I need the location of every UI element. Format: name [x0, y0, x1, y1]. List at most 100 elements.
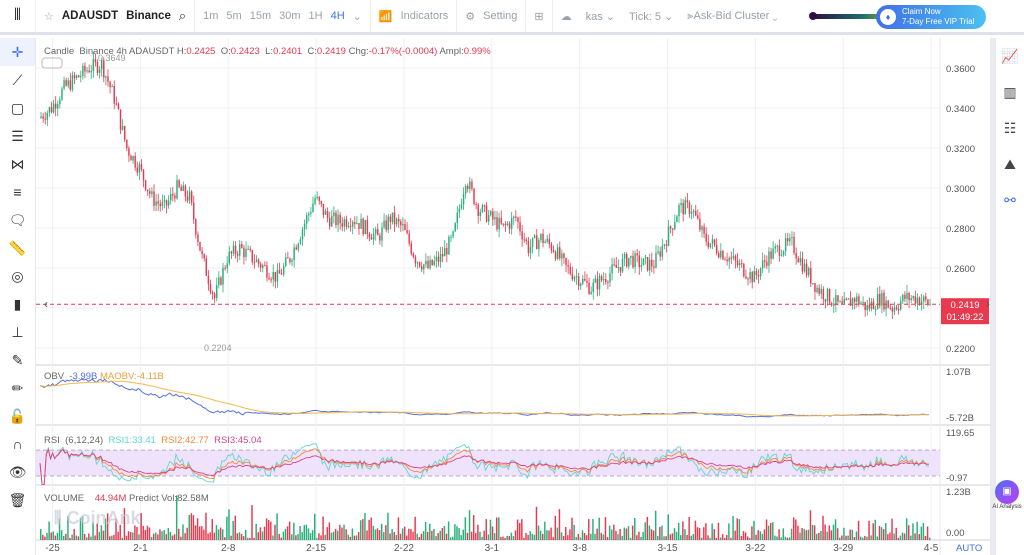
area-chart-icon[interactable]: ⛰ — [996, 146, 1024, 182]
text-note-icon[interactable]: 🗨 — [0, 206, 35, 234]
volume-bar — [870, 535, 872, 540]
trash-icon[interactable]: 🗑 — [0, 486, 35, 514]
candle-body — [253, 262, 256, 264]
claim-vip-button[interactable]: ♦ Claim Now 7-Day Free VIP Trial — [876, 5, 986, 29]
candle-body — [113, 85, 115, 104]
parallel-lines-icon[interactable]: ☰ — [0, 122, 35, 150]
volume-bar — [462, 529, 464, 540]
candle-body — [448, 236, 450, 255]
layout-button[interactable]: ⊞ — [526, 0, 553, 32]
volume-bar — [878, 525, 881, 540]
symbol-selector[interactable]: ☆ ADAUSDT Binance ⌕ — [36, 0, 196, 32]
candle-body — [224, 267, 226, 269]
collapse-legend-button[interactable] — [41, 57, 63, 69]
candle-body — [805, 263, 808, 276]
volume-bar — [485, 519, 487, 540]
volume-bar — [316, 537, 318, 540]
timeframe-15m[interactable]: 15m — [250, 10, 271, 22]
eye-icon[interactable]: 👁 — [0, 458, 35, 486]
gann-icon[interactable]: ◎ — [0, 262, 35, 290]
candle-body — [144, 180, 147, 190]
candle-body — [165, 200, 168, 206]
volume-bar — [809, 510, 812, 540]
candle-body — [469, 181, 471, 190]
candle-body — [638, 255, 640, 267]
candle-body — [784, 238, 787, 252]
setting-button[interactable]: ⚙ Setting — [457, 0, 527, 32]
volume-bar — [640, 536, 642, 540]
volume-bar — [512, 536, 515, 540]
candle-body — [182, 185, 185, 191]
pattern-icon[interactable]: ⋈ — [0, 150, 35, 178]
ruler-icon[interactable]: 📏 — [0, 234, 35, 262]
line-icon[interactable]: ⟋ — [0, 66, 35, 94]
lock-draw-icon[interactable]: ✏ — [0, 374, 35, 402]
candle-body — [582, 278, 584, 284]
high-value: 0.2425 — [186, 46, 216, 57]
kas-dropdown[interactable]: kas ⌄ — [586, 10, 615, 23]
cluster-label: Ask-Bid Cluster — [693, 9, 770, 22]
crosshair-icon[interactable]: ✛ — [0, 38, 35, 66]
candle-body — [247, 248, 249, 250]
tick-dropdown[interactable]: Tick: 5 ⌄ — [629, 10, 673, 23]
lock-icon[interactable]: 🔓 — [0, 402, 35, 430]
bars-icon[interactable]: ▥ — [996, 74, 1024, 110]
indicators-label: Indicators — [400, 10, 449, 22]
bar-chart-icon[interactable]: ▮ — [0, 290, 35, 318]
timeframe-dropdown-icon[interactable]: ⌄ — [353, 10, 362, 23]
timeframe-1m[interactable]: 1m — [203, 10, 218, 22]
search-icon[interactable]: ⌕ — [179, 8, 186, 24]
auto-scale-button[interactable]: AUTO — [956, 543, 982, 554]
candle-body — [57, 104, 59, 109]
candle-body — [331, 216, 333, 227]
scroll-left-arrow[interactable]: ‹ — [44, 297, 48, 311]
volume-bar — [125, 535, 128, 540]
candle-body — [552, 250, 555, 252]
volume-bar — [847, 535, 849, 540]
chart-source: Binance 4h ADAUSDT — [79, 46, 175, 57]
fibonacci-icon[interactable]: ≡ — [0, 178, 35, 206]
obv-value: -3.99B — [69, 371, 98, 382]
chart-line-icon[interactable]: 📈 — [996, 38, 1024, 74]
volume-bar — [707, 535, 709, 540]
candle-body — [228, 251, 231, 264]
indicators-button[interactable]: 📶 Indicators — [371, 0, 458, 32]
ai-analysis-button[interactable]: ▣ AI Analysis — [992, 480, 1022, 510]
candle-body — [387, 216, 389, 230]
predict-volume: Predict Vol:82.58M — [129, 493, 209, 504]
magnet-icon[interactable]: ∩ — [0, 430, 35, 458]
measure-icon[interactable]: ⊥ — [0, 318, 35, 346]
candle-body — [239, 244, 241, 256]
candle-body — [303, 223, 306, 230]
timeframe-30m[interactable]: 30m — [279, 10, 300, 22]
candle-body — [630, 255, 632, 258]
volume-bar — [324, 534, 326, 540]
volume-bar — [611, 529, 613, 540]
volume-bar — [916, 521, 918, 540]
rsi-label: RSI — [44, 435, 60, 446]
chart-area[interactable]: -25 2-1 2-8 2-15 2-22 3-1 3-8 3-15 3-22 3-29 4-5 0.… — [36, 38, 990, 555]
volume-bar — [703, 527, 705, 540]
timeframe-5m[interactable]: 5m — [226, 10, 241, 22]
candle-body — [860, 303, 862, 305]
candle-body — [205, 258, 208, 276]
volume-bar — [813, 525, 816, 540]
candle-body — [105, 76, 107, 78]
brush-icon[interactable]: ✎ — [0, 346, 35, 374]
timeframe-1H[interactable]: 1H — [309, 10, 323, 22]
cluster-dropdown[interactable]: ⫸Ask-Bid Cluster ⌄ — [687, 10, 777, 23]
rectangle-icon[interactable]: ▢ — [0, 94, 35, 122]
volume-bar — [261, 531, 264, 540]
candle-body — [899, 301, 902, 310]
volume-bar — [244, 529, 247, 540]
cloud-icon[interactable]: ☁ — [561, 10, 572, 23]
candle-body — [881, 292, 883, 306]
timeframe-4H[interactable]: 4H — [331, 10, 345, 22]
maobv-line — [39, 380, 929, 417]
star-icon[interactable]: ☆ — [44, 10, 54, 23]
volume-bar — [859, 536, 862, 540]
candle-body — [435, 256, 438, 261]
list-icon[interactable]: ☷ — [996, 110, 1024, 146]
x-axis-label: 3-1 — [485, 543, 500, 554]
share-icon[interactable]: ⚯ — [996, 182, 1024, 218]
